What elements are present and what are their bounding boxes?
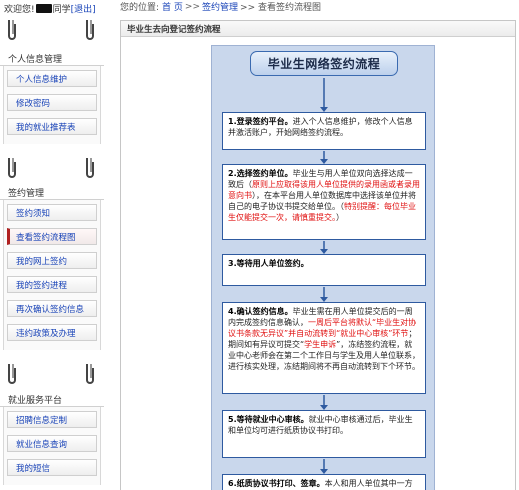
flow-step-center-review: 5.等待就业中心审核。就业中心审核通过后，毕业生和单位均可进行纸质协议书打印。 [222, 410, 426, 458]
menu-item-view-flowchart[interactable]: 查看签约流程图 [7, 228, 97, 245]
welcome-suffix: 同学 [52, 4, 71, 15]
flow-arrow-down-icon [320, 151, 328, 164]
section-title: 就业服务平台 [0, 393, 104, 407]
flow-arrow-down-icon [320, 241, 328, 254]
section-menu: 招聘信息定制 就业信息查询 我的短信 [3, 407, 101, 485]
masked-username [35, 3, 52, 13]
breadcrumb-section-link[interactable]: 签约管理 [202, 0, 238, 13]
step-text: ） [336, 213, 344, 222]
menu-item-my-messages[interactable]: 我的短信 [7, 459, 97, 476]
binder-clip-icon [86, 20, 94, 40]
flow-step-confirm-info: 4.确认签约信息。毕业生需在用人单位提交后的一周内完成签约信息确认，一周后平台将… [222, 302, 426, 394]
breadcrumb-current: >> 查看签约流程图 [240, 3, 321, 13]
binder-clip-icon [8, 364, 16, 384]
flow-step-print-sign: 6.纸质协议书打印、签章。本人和用人单位其中一方打印纸质协议书（一式三份），并进… [222, 474, 426, 490]
binder-clip-band-3 [0, 358, 104, 388]
menu-item-breach-policy[interactable]: 违约政策及办理 [7, 324, 97, 341]
flow-step-wait-employer: 3.等待用人单位签约。 [222, 254, 426, 286]
menu-item-job-search[interactable]: 就业信息查询 [7, 435, 97, 452]
sidebar-section-signing: 签约管理 签约须知 查看签约流程图 我的网上签约 我的签约进程 再次确认签约信息… [0, 186, 104, 350]
flowchart: 毕业生网络签约流程 1.登录签约平台。进入个人信息维护，修改个人信息并激活账户，… [211, 45, 435, 490]
binder-clip-icon [8, 158, 16, 178]
menu-item-signing-progress[interactable]: 我的签约进程 [7, 276, 97, 293]
sidebar-section-employment: 就业服务平台 招聘信息定制 就业信息查询 我的短信 [0, 393, 104, 485]
binder-clip-band-2 [0, 152, 104, 182]
step-heading: 4.确认签约信息。 [228, 307, 293, 316]
flow-arrow-down-icon [320, 287, 328, 302]
flow-arrow-down-icon [320, 395, 328, 410]
welcome-prefix: 欢迎您! [4, 4, 35, 15]
flowchart-title: 毕业生网络签约流程 [250, 51, 398, 76]
step-heading: 2.选择签约单位。 [228, 169, 293, 178]
binder-clip-icon [86, 158, 94, 178]
menu-item-job-subscription[interactable]: 招聘信息定制 [7, 411, 97, 428]
panel-title: 毕业生去向登记签约流程 [121, 21, 515, 37]
breadcrumb-prefix: 您的位置: [120, 3, 160, 13]
step-heading: 1.登录签约平台。 [228, 117, 293, 126]
section-title: 个人信息管理 [0, 52, 104, 66]
flow-step-login: 1.登录签约平台。进入个人信息维护，修改个人信息并激活账户，开始网络签约流程。 [222, 112, 426, 150]
flow-arrow-down-icon [320, 459, 328, 474]
binder-clip-icon [8, 20, 16, 40]
section-title: 签约管理 [0, 186, 104, 200]
section-menu: 签约须知 查看签约流程图 我的网上签约 我的签约进程 再次确认签约信息 违约政策… [3, 200, 101, 350]
menu-item-change-password[interactable]: 修改密码 [7, 94, 97, 111]
sidebar-section-personal: 个人信息管理 个人信息维护 修改密码 我的就业推荐表 [0, 52, 104, 144]
menu-item-online-signing[interactable]: 我的网上签约 [7, 252, 97, 269]
breadcrumb: 您的位置: 首 页 >> 签约管理 >> 查看签约流程图 [120, 0, 519, 14]
menu-item-signing-notice[interactable]: 签约须知 [7, 204, 97, 221]
step-heading: 3.等待用人单位签约。 [228, 259, 309, 268]
binder-clip-band-1 [0, 14, 104, 44]
content-panel: 毕业生去向登记签约流程 毕业生网络签约流程 1.登录签约平台。进入个人信息维护，… [120, 20, 516, 490]
welcome-bar: 欢迎您! 同学 [退出] [4, 2, 96, 15]
step-heading: 6.纸质协议书打印、签章。 [228, 479, 325, 488]
section-menu: 个人信息维护 修改密码 我的就业推荐表 [3, 66, 101, 144]
step-highlight-text: 学生申诉 [304, 340, 337, 349]
flow-arrow-down-icon [320, 78, 328, 112]
sidebar: 欢迎您! 同学 [退出] 个人信息管理 个人信息维护 修改密码 我的就业推荐表 … [0, 0, 104, 490]
flow-step-select-employer: 2.选择签约单位。毕业生与用人单位双向选择达成一致后（原则上应取得该用人单位提供… [222, 164, 426, 240]
breadcrumb-home-link[interactable]: 首 页 [162, 0, 183, 13]
menu-item-reconfirm-signing[interactable]: 再次确认签约信息 [7, 300, 97, 317]
breadcrumb-separator: >> [184, 1, 201, 12]
step-heading: 5.等待就业中心审核。 [228, 415, 309, 424]
menu-item-personal-info[interactable]: 个人信息维护 [7, 70, 97, 87]
binder-clip-icon [86, 364, 94, 384]
logout-link[interactable]: [退出] [71, 2, 96, 15]
menu-item-recommendation-form[interactable]: 我的就业推荐表 [7, 118, 97, 135]
